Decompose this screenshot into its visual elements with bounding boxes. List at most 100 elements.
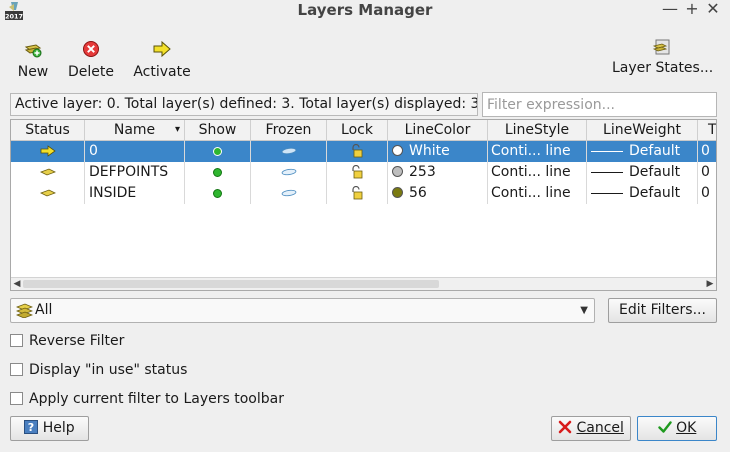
layer-states-label: Layer States... — [612, 60, 714, 76]
layer-icon — [39, 168, 56, 176]
cancel-x-icon — [558, 420, 572, 434]
lineweight-value: Default — [629, 143, 681, 159]
help-label: Help — [42, 420, 75, 436]
window-title: Layers Manager — [297, 1, 433, 19]
col-linestyle[interactable]: LineStyle — [488, 120, 587, 141]
col-name-label: Name — [113, 122, 156, 138]
t-cell[interactable]: 0 — [698, 183, 716, 204]
visible-on-icon — [213, 188, 222, 198]
minimize-button[interactable]: — — [661, 0, 679, 20]
lineweight-cell[interactable]: Default — [587, 162, 698, 183]
lock-cell[interactable] — [327, 162, 388, 183]
layer-filter-select[interactable]: All ▼ — [10, 298, 595, 323]
table-header: Status Name ▾ Show Frozen Lock LineColor… — [11, 120, 716, 141]
layer-states-icon — [652, 38, 672, 56]
filter-layers-icon — [15, 303, 34, 319]
col-name[interactable]: Name ▾ — [85, 120, 185, 141]
frozen-cell[interactable] — [251, 141, 327, 162]
lineweight-sample-icon — [591, 192, 623, 194]
status-cell[interactable] — [11, 183, 85, 204]
checkbox-box[interactable] — [10, 334, 23, 347]
col-linecolor[interactable]: LineColor — [388, 120, 488, 141]
thawed-icon — [281, 147, 296, 155]
color-name: White — [409, 143, 450, 159]
edit-filters-button[interactable]: Edit Filters... — [608, 298, 717, 323]
table-row[interactable]: 0 White Conti... line Default 0 — [11, 141, 716, 162]
unlocked-icon — [352, 143, 363, 158]
horizontal-scrollbar[interactable]: ◀ ▶ — [11, 277, 716, 290]
name-cell[interactable]: 0 — [85, 141, 185, 162]
title-bar[interactable]: 2017 Layers Manager — + ✕ — [0, 0, 730, 22]
lineweight-cell[interactable]: Default — [587, 141, 698, 162]
color-swatch-icon — [392, 187, 403, 198]
delete-icon — [81, 40, 101, 58]
color-swatch-icon — [392, 166, 403, 177]
ok-check-icon — [657, 421, 672, 433]
color-swatch-icon — [392, 145, 403, 156]
col-lock[interactable]: Lock — [327, 120, 388, 141]
name-cell[interactable]: INSIDE — [85, 183, 185, 204]
visible-on-icon — [213, 146, 222, 156]
new-layer-button[interactable]: New — [14, 40, 52, 80]
scrollbar-thumb[interactable] — [23, 280, 439, 288]
lock-cell[interactable] — [327, 141, 388, 162]
ok-button[interactable]: OK — [637, 416, 717, 441]
linestyle-cell[interactable]: Conti... line — [488, 141, 587, 162]
linecolor-cell[interactable]: 253 — [388, 162, 488, 183]
show-cell[interactable] — [185, 141, 251, 162]
checkbox-box[interactable] — [10, 392, 23, 405]
thawed-icon — [281, 168, 296, 176]
thawed-icon — [281, 189, 296, 197]
t-cell[interactable]: 0 — [698, 162, 716, 183]
col-status[interactable]: Status — [11, 120, 85, 141]
new-layer-icon — [23, 40, 43, 58]
col-lineweight[interactable]: LineWeight — [587, 120, 698, 141]
status-cell[interactable] — [11, 141, 85, 162]
color-name: 56 — [409, 185, 427, 201]
cancel-label: Cancel — [576, 420, 624, 436]
help-button[interactable]: ? Help — [10, 416, 89, 441]
svg-text:?: ? — [28, 421, 34, 434]
activate-layer-button[interactable]: Activate — [131, 40, 193, 80]
close-button[interactable]: ✕ — [704, 0, 722, 20]
linecolor-cell[interactable]: White — [388, 141, 488, 162]
in-use-status-label: Display "in use" status — [29, 362, 188, 378]
layer-icon — [39, 189, 56, 197]
delete-label: Delete — [68, 64, 114, 80]
layer-states-button[interactable]: Layer States... — [612, 38, 714, 76]
status-cell[interactable] — [11, 162, 85, 183]
apply-filter-toolbar-label: Apply current filter to Layers toolbar — [29, 391, 284, 407]
layers-table[interactable]: Status Name ▾ Show Frozen Lock LineColor… — [10, 119, 717, 291]
lineweight-cell[interactable]: Default — [587, 183, 698, 204]
show-cell[interactable] — [185, 183, 251, 204]
help-icon: ? — [24, 420, 39, 434]
unlocked-icon — [352, 164, 363, 179]
linestyle-cell[interactable]: Conti... line — [488, 162, 587, 183]
layer-summary-text: Active layer: 0. Total layer(s) defined:… — [10, 93, 478, 116]
scroll-right-icon[interactable]: ▶ — [704, 278, 716, 290]
scroll-left-icon[interactable]: ◀ — [11, 278, 23, 290]
visible-on-icon — [213, 167, 222, 177]
linestyle-cell[interactable]: Conti... line — [488, 183, 587, 204]
table-row[interactable]: DEFPOINTS 253 Conti... line Default 0 — [11, 162, 716, 183]
frozen-cell[interactable] — [251, 183, 327, 204]
checkbox-box[interactable] — [10, 363, 23, 376]
lineweight-sample-icon — [591, 150, 623, 152]
show-cell[interactable] — [185, 162, 251, 183]
filter-expression-input[interactable] — [482, 92, 717, 117]
delete-layer-button[interactable]: Delete — [66, 40, 116, 80]
table-row[interactable]: INSIDE 56 Conti... line Default 0 — [11, 183, 716, 204]
unlocked-icon — [352, 185, 363, 200]
name-cell[interactable]: DEFPOINTS — [85, 162, 185, 183]
col-show[interactable]: Show — [185, 120, 251, 141]
lock-cell[interactable] — [327, 183, 388, 204]
col-t[interactable]: T — [698, 120, 716, 141]
cancel-button[interactable]: Cancel — [551, 416, 631, 441]
maximize-button[interactable]: + — [683, 0, 701, 20]
new-label: New — [17, 64, 49, 80]
lineweight-value: Default — [629, 185, 681, 201]
col-frozen[interactable]: Frozen — [251, 120, 327, 141]
t-cell[interactable]: 0 — [698, 141, 716, 162]
frozen-cell[interactable] — [251, 162, 327, 183]
linecolor-cell[interactable]: 56 — [388, 183, 488, 204]
